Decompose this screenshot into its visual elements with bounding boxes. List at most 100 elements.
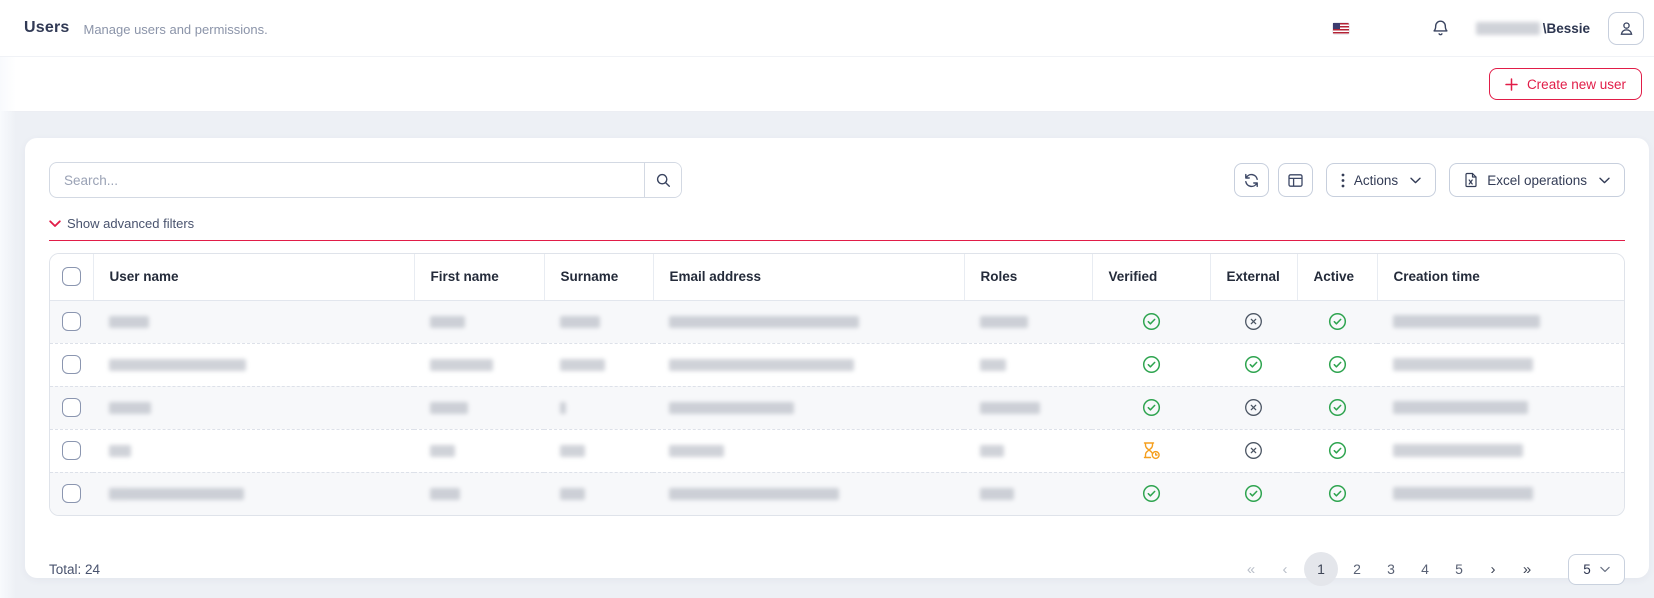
row-checkbox[interactable] bbox=[62, 398, 81, 417]
redacted-text bbox=[980, 316, 1028, 328]
redacted-text bbox=[669, 488, 839, 500]
check-circle-icon bbox=[1328, 484, 1347, 503]
excel-operations-dropdown-button[interactable]: Excel operations bbox=[1449, 163, 1625, 197]
page-button-1[interactable]: 1 bbox=[1304, 552, 1338, 586]
x-circle-icon bbox=[1244, 441, 1263, 460]
table-row bbox=[50, 386, 1624, 429]
check-circle-icon bbox=[1142, 484, 1161, 503]
redacted-text bbox=[430, 316, 465, 328]
chevron-down-icon bbox=[1599, 177, 1610, 184]
plus-icon bbox=[1505, 78, 1518, 91]
redacted-text bbox=[109, 316, 149, 328]
first-page-button[interactable]: « bbox=[1236, 554, 1266, 584]
redacted-text bbox=[430, 402, 468, 414]
filters-divider bbox=[49, 240, 1625, 241]
pending-verification-icon bbox=[1141, 441, 1161, 460]
redacted-text bbox=[109, 402, 151, 414]
external-status-cell bbox=[1210, 343, 1297, 386]
column-header-active: Active bbox=[1297, 254, 1377, 300]
row-checkbox[interactable] bbox=[62, 312, 81, 331]
page-action-bar: Create new user bbox=[0, 57, 1654, 112]
kebab-menu-icon bbox=[1341, 173, 1345, 188]
verified-status-cell bbox=[1092, 343, 1210, 386]
redacted-text bbox=[560, 445, 585, 457]
verified-status-cell bbox=[1092, 472, 1210, 515]
next-page-button[interactable]: › bbox=[1478, 554, 1508, 584]
check-circle-icon bbox=[1328, 312, 1347, 331]
topbar-right: \Bessie bbox=[1333, 12, 1644, 45]
redacted-text bbox=[1393, 401, 1528, 414]
show-advanced-filters-toggle[interactable]: Show advanced filters bbox=[49, 216, 194, 231]
card-toolbar: Actions Excel op bbox=[49, 162, 1625, 198]
current-user-name: \Bessie bbox=[1543, 21, 1590, 36]
profile-menu-button[interactable] bbox=[1608, 12, 1644, 45]
check-circle-icon bbox=[1244, 484, 1263, 503]
search-input[interactable] bbox=[50, 163, 644, 197]
redacted-text bbox=[1393, 444, 1523, 457]
last-page-button[interactable]: » bbox=[1512, 554, 1542, 584]
row-checkbox[interactable] bbox=[62, 441, 81, 460]
select-all-checkbox[interactable] bbox=[62, 267, 81, 286]
excel-operations-label: Excel operations bbox=[1487, 173, 1587, 188]
redacted-text bbox=[109, 445, 131, 457]
redacted-text bbox=[669, 359, 854, 371]
page-size-select[interactable]: 5 bbox=[1568, 554, 1625, 585]
redacted-text bbox=[430, 445, 455, 457]
redacted-text bbox=[560, 359, 605, 371]
redacted-text bbox=[980, 445, 1004, 457]
page-title: Users bbox=[24, 19, 69, 37]
page-button-2[interactable]: 2 bbox=[1342, 554, 1372, 584]
refresh-button[interactable] bbox=[1234, 163, 1269, 197]
notifications-bell-icon[interactable] bbox=[1431, 19, 1450, 38]
external-status-cell bbox=[1210, 472, 1297, 515]
customize-columns-button[interactable] bbox=[1278, 163, 1313, 197]
search-icon bbox=[655, 172, 672, 189]
redacted-text bbox=[669, 445, 724, 457]
search-group bbox=[49, 162, 682, 198]
user-icon bbox=[1618, 20, 1635, 37]
column-header-external: External bbox=[1210, 254, 1297, 300]
table-row bbox=[50, 429, 1624, 472]
row-checkbox[interactable] bbox=[62, 484, 81, 503]
previous-page-button[interactable]: ‹ bbox=[1270, 554, 1300, 584]
chevron-down-icon bbox=[49, 220, 61, 228]
redacted-text bbox=[1393, 487, 1533, 500]
active-status-cell bbox=[1297, 386, 1377, 429]
verified-status-cell bbox=[1092, 300, 1210, 343]
redacted-tenant-name bbox=[1476, 22, 1540, 35]
redacted-text bbox=[1393, 358, 1533, 371]
page-button-4[interactable]: 4 bbox=[1410, 554, 1440, 584]
redacted-text bbox=[560, 402, 566, 414]
verified-status-cell bbox=[1092, 429, 1210, 472]
actions-dropdown-button[interactable]: Actions bbox=[1326, 163, 1436, 197]
page-button-3[interactable]: 3 bbox=[1376, 554, 1406, 584]
pagination: «‹12345›»5 bbox=[1236, 552, 1625, 586]
create-new-user-button[interactable]: Create new user bbox=[1489, 68, 1642, 100]
table-header-row: User nameFirst nameSurnameEmail addressR… bbox=[50, 254, 1624, 300]
actions-label: Actions bbox=[1354, 173, 1398, 188]
users-table: User nameFirst nameSurnameEmail addressR… bbox=[49, 253, 1625, 516]
column-header-roles: Roles bbox=[964, 254, 1092, 300]
check-circle-icon bbox=[1142, 398, 1161, 417]
row-checkbox[interactable] bbox=[62, 355, 81, 374]
table-row bbox=[50, 300, 1624, 343]
column-header-first-name: First name bbox=[414, 254, 544, 300]
x-circle-icon bbox=[1244, 312, 1263, 331]
redacted-text bbox=[980, 488, 1014, 500]
redacted-text bbox=[980, 359, 1006, 371]
verified-status-cell bbox=[1092, 386, 1210, 429]
redacted-text bbox=[430, 359, 493, 371]
redacted-text bbox=[560, 488, 585, 500]
column-header-creation-time: Creation time bbox=[1377, 254, 1624, 300]
active-status-cell bbox=[1297, 472, 1377, 515]
page-button-5[interactable]: 5 bbox=[1444, 554, 1474, 584]
external-status-cell bbox=[1210, 386, 1297, 429]
language-flag-icon[interactable] bbox=[1333, 23, 1349, 34]
active-status-cell bbox=[1297, 429, 1377, 472]
search-button[interactable] bbox=[644, 163, 681, 197]
check-circle-icon bbox=[1142, 312, 1161, 331]
redacted-text bbox=[1393, 315, 1540, 328]
show-advanced-filters-label: Show advanced filters bbox=[67, 216, 194, 231]
chevron-down-icon bbox=[1410, 177, 1421, 184]
check-circle-icon bbox=[1328, 355, 1347, 374]
